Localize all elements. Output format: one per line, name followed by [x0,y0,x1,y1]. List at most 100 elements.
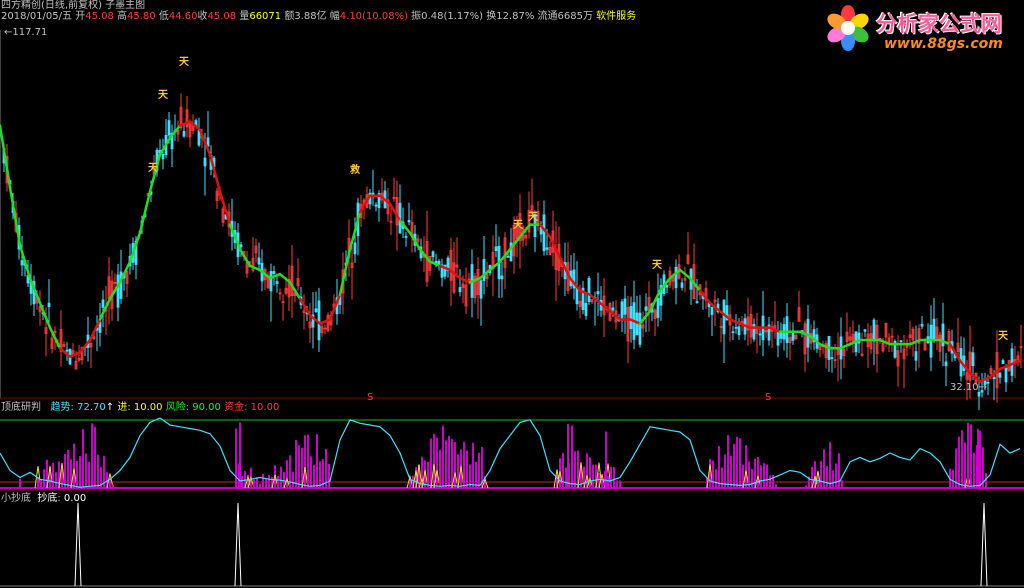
bottom-indicator-name: 小抄底 [1,493,31,504]
candle-body [638,312,642,345]
candle-body [1010,348,1014,376]
signal-mark: 天 [652,260,662,271]
candle-body [203,157,207,167]
candle-body [116,274,120,308]
candle-body [899,340,903,343]
trend-line-segment [138,190,152,235]
candle-body [101,299,105,308]
candle-body [542,214,546,252]
candle-body [239,244,243,248]
trend-line-segment [0,124,12,189]
candle-body [587,277,591,302]
candle-body [494,246,498,252]
candle-body [545,247,549,250]
candle-body [830,357,834,360]
candle-body [353,242,357,255]
trend-oscillator-line [0,417,1021,488]
indicator-header: 顶底研判 趋势: 72.70↑ 进: 10.00 风险: 90.00 资金: 1… [1,402,279,413]
candle-body [374,204,378,207]
candle-body [257,257,261,265]
signal-mark: 天 [148,163,158,174]
trend-key: 趋势 [50,402,71,413]
candle-body [932,318,936,341]
candle-body [167,120,171,136]
candle-body [611,307,615,311]
enter-label: 进: 10.00 [117,402,163,413]
risk-key: 风险 [165,402,186,413]
candle-body [971,352,975,366]
candle-body [506,255,510,258]
trend-arrow-icon: ↑ [105,402,115,413]
candle-body [584,302,588,316]
candle-body [914,351,918,361]
trend-label: 趋势: 72.70 [50,402,106,413]
bottom-signal-spike [234,502,242,587]
signal-mark: 天 [998,331,1008,342]
candle-body [314,308,318,313]
trend-line-segment [328,293,342,321]
price-low-label: 32.10→ [950,382,988,393]
candle-body [644,306,648,311]
candle-body [695,301,699,303]
bottom-indicator-label: 抄底 [37,493,58,504]
candle-body [710,306,714,315]
candle-body [596,291,600,295]
candle-body [182,131,186,137]
candle-body [482,259,486,281]
price-high-value: 117.71 [12,27,48,38]
candle-body [623,298,627,315]
price-high-label: ←117.71 [4,27,48,38]
candle-body [20,260,24,266]
s-mark: S [765,392,772,403]
trend-value: 72.70 [77,402,106,413]
main-price-chart [0,30,1024,587]
candle-body [872,319,876,342]
candle-body [479,280,483,299]
candle-body [731,331,735,334]
candle-body [986,381,990,384]
risk-label: 风险: 90.00 [165,402,221,413]
candle-body [920,324,924,327]
candle-body [629,305,633,330]
candle-body [734,326,738,329]
signal-mark: 天 [158,90,168,101]
candle-body [656,297,660,318]
candle-body [431,251,435,258]
bottom-indicator-header: 小抄底 抄底: 0.00 [1,493,87,504]
candle-body [944,361,948,367]
candle-body [998,372,1002,378]
candle-body [407,219,411,223]
candle-body [119,271,123,299]
signal-mark: 天 [528,212,538,223]
signal-mark: 天 [179,57,189,68]
trend-line-segment [8,186,22,247]
candle-body [47,302,51,308]
bottom-signal-spike [74,502,82,587]
candle-body [161,154,165,160]
fund-label: 资金: 10.00 [224,402,280,413]
candle-body [272,271,276,274]
enter-value: 10.00 [133,402,163,413]
candle-body [500,275,504,280]
fund-key: 资金 [224,402,245,413]
candle-body [1004,367,1008,383]
candle-body [458,287,462,293]
signal-mark: 救 [350,165,360,176]
candle-body [197,129,201,146]
risk-value: 90.00 [192,402,221,413]
candle-body [785,316,789,343]
price-low-value: 32.10 [950,382,979,393]
candle-body [680,282,684,288]
signal-mark: 天 [513,220,523,231]
enter-key: 进 [117,402,128,413]
candle-body [620,301,624,321]
candle-body [275,281,279,284]
candle-body [65,349,69,352]
bottom-indicator-value: 0.00 [63,493,87,504]
candle-body [269,271,273,292]
candle-body [665,284,669,288]
bottom-signal-spike [980,502,988,587]
candle-body [404,236,408,238]
candle-body [806,318,810,348]
candle-body [776,330,780,346]
